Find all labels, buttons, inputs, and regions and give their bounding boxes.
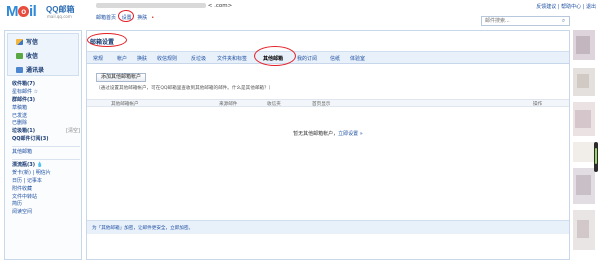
col-source: 来源邮件: [219, 102, 238, 107]
folder-inbox[interactable]: 收件箱(7): [12, 81, 80, 89]
redacted-username: [96, 3, 206, 8]
col-account: 其他邮箱帐户: [111, 102, 139, 107]
top-bar: Mo il QQ邮箱 mail.qq.com < .com> 邮箱首页 设置 换肤…: [0, 0, 600, 28]
folder-file-transfer[interactable]: 文件中转站: [12, 194, 80, 202]
divider: [12, 159, 80, 161]
tab-my-subscriptions[interactable]: 我的订阅: [297, 55, 317, 62]
blurred-ad-column: [573, 30, 596, 260]
folder-attachments[interactable]: 附件收藏: [12, 186, 80, 194]
receive-button[interactable]: 收信: [16, 51, 38, 60]
qq-mail-logo[interactable]: Mo il QQ邮箱 mail.qq.com: [6, 3, 78, 23]
folder-qq-subscriptions[interactable]: QQ邮件订阅(3): [12, 136, 80, 144]
settings-tabs: 常规 帐户 换肤 收信规则 反垃圾 文件夹和标签 其他邮箱 我的订阅 信纸 体验…: [87, 51, 569, 64]
empty-state: 暂无其他邮箱帐户，立即设置 »: [87, 130, 569, 137]
folder-other-mailboxes[interactable]: 其他邮箱: [12, 149, 80, 157]
encryption-promo-link[interactable]: 为「其他邮箱」加密，让邮件更安全，立即加密。: [92, 225, 193, 231]
top-right-links[interactable]: 反馈建议 | 帮助中心 | 退出: [536, 3, 596, 10]
folder-calendar-notes[interactable]: 日历 | 记事本: [12, 178, 80, 186]
compose-button[interactable]: 写信: [16, 37, 38, 46]
col-folder: 收信夹: [267, 102, 281, 107]
tab-labs[interactable]: 体验室: [350, 55, 365, 62]
vertical-scrollbar[interactable]: [594, 142, 598, 172]
annotation-circle-title: [87, 33, 127, 47]
mailbox-home-link[interactable]: 邮箱首页: [96, 15, 116, 21]
folder-cards-postcards[interactable]: 贺卡(新) | 明信片: [12, 170, 80, 178]
folder-starred[interactable]: 星标邮件 ☆: [12, 89, 80, 97]
inbox-icon: [16, 53, 23, 59]
pen-icon: [16, 39, 23, 45]
search-input[interactable]: [482, 17, 558, 25]
tab-anti-spam[interactable]: 反垃圾: [191, 55, 206, 62]
empty-state-text: 暂无其他邮箱帐户，: [293, 131, 339, 137]
tab-stationery[interactable]: 信纸: [330, 55, 340, 62]
tab-general[interactable]: 常规: [93, 55, 103, 62]
blurred-ads: [573, 30, 595, 250]
col-action: 操作: [533, 102, 543, 107]
folder-drafts[interactable]: 草稿箱: [12, 105, 80, 113]
quick-actions: 写信 收信 通讯录: [7, 33, 79, 76]
address-book-icon: [16, 67, 23, 73]
settings-panel: 邮箱设置 常规 帐户 换肤 收信规则 反垃圾 文件夹和标签 其他邮箱 我的订阅 …: [86, 30, 570, 260]
skin-link[interactable]: 换肤 •: [137, 15, 158, 21]
new-dot-icon: •: [151, 15, 155, 21]
logo-mail-wordmark: Mo il: [6, 3, 37, 20]
folder-group-mail[interactable]: 群邮件(3): [12, 97, 80, 105]
divider: [12, 146, 80, 148]
logo-domain-text: mail.qq.com: [47, 14, 72, 19]
folder-reading-space[interactable]: 阅读空间: [12, 209, 80, 217]
tab-skin[interactable]: 换肤: [137, 55, 147, 62]
help-hint-text: （通过设置其他邮箱帐户，可在QQ邮箱里查收到其他邮箱的邮件。什么是其他邮箱？）: [96, 86, 274, 91]
annotation-circle-settings: [118, 10, 134, 22]
empty-spam-link[interactable]: [清空]: [66, 128, 80, 136]
annotation-circle-other-mailbox-tab: [254, 46, 296, 66]
water-drop-icon: 💧: [36, 162, 44, 169]
tab-folders-labels[interactable]: 文件夹和标签: [217, 55, 247, 62]
add-other-mailbox-button[interactable]: 添加其他邮箱帐户: [96, 73, 147, 82]
folder-list: 收件箱(7) 星标邮件 ☆ 群邮件(3) 草稿箱 已发送 已删除 垃圾箱(1)[…: [12, 81, 80, 217]
contacts-button[interactable]: 通讯录: [16, 65, 44, 74]
setup-now-link[interactable]: 立即设置 »: [338, 131, 363, 137]
left-sidebar: 写信 收信 通讯录 收件箱(7) 星标邮件 ☆ 群邮件(3) 草稿箱 已发送 已…: [4, 30, 82, 260]
tab-account[interactable]: 帐户: [117, 55, 127, 62]
accounts-table-header: 其他邮箱帐户 来源邮件 收信夹 首页显示 操作: [87, 99, 569, 107]
user-email-suffix: < .com>: [207, 3, 233, 9]
encryption-promo-bar: 为「其他邮箱」加密，让邮件更安全，立即加密。: [87, 220, 569, 234]
tab-mail-rules[interactable]: 收信规则: [157, 55, 177, 62]
search-icon[interactable]: ⌕: [559, 17, 568, 25]
col-display: 首页显示: [312, 102, 331, 107]
user-account-line: < .com>: [96, 3, 232, 9]
folder-drift-bottle[interactable]: 漂流瓶(3) 💧: [12, 162, 80, 170]
mail-search-box[interactable]: ⌕: [481, 16, 570, 26]
